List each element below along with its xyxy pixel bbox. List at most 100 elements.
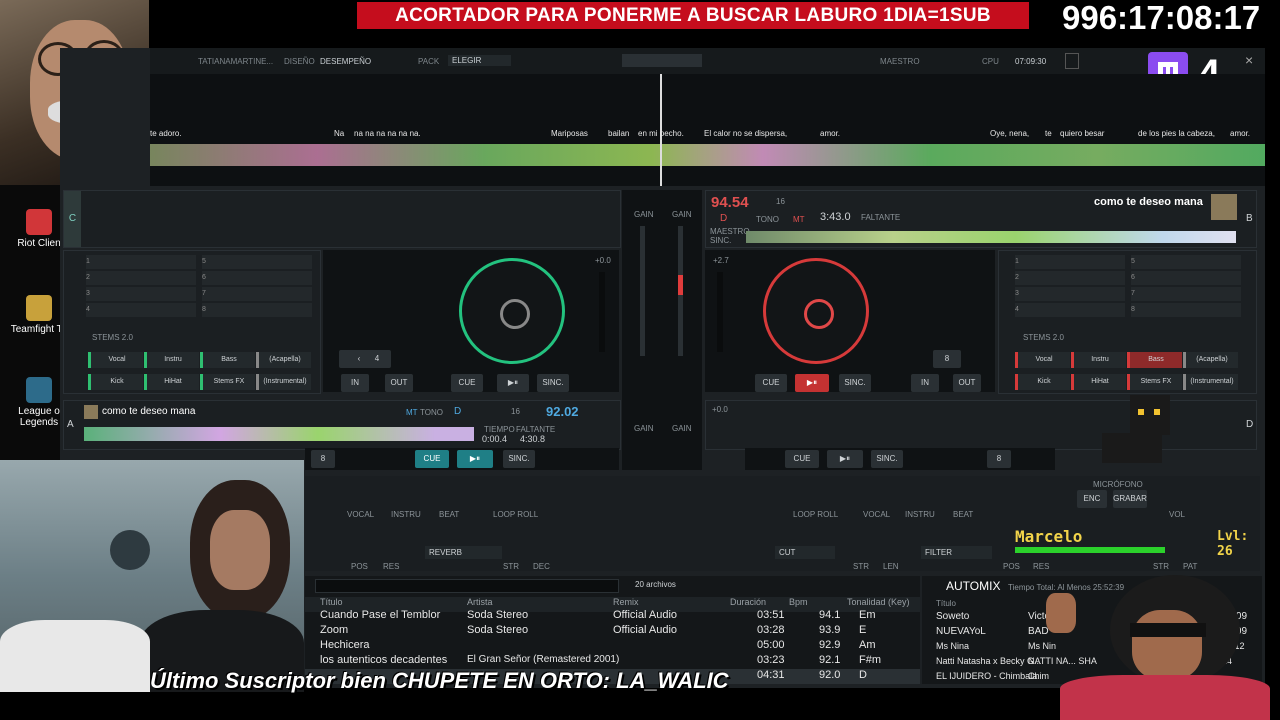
col-title[interactable]: Título <box>320 597 343 607</box>
deck-b-header[interactable]: 94.54 16 D TONO MT MAESTRO SINC. 3:43.0 … <box>705 190 1257 248</box>
col-bpm[interactable]: Bpm <box>789 597 808 607</box>
deck-b-cue-button[interactable]: CUE <box>755 374 787 392</box>
hotcue-7[interactable]: 7 <box>1131 287 1241 301</box>
deck-b-sync-button[interactable]: SINC. <box>839 374 871 392</box>
col-remix[interactable]: Remix <box>613 597 639 607</box>
deck-b-play-button[interactable]: ▶⏸ <box>795 374 829 392</box>
deck-a-mt[interactable]: MT <box>406 408 418 417</box>
pad-kick[interactable]: Kick <box>1015 374 1070 390</box>
deck-a-waveform[interactable] <box>84 427 474 441</box>
hotcue-1[interactable]: 1 <box>86 255 196 269</box>
table-row[interactable]: los autenticos decadentes El Gran Señor (… <box>305 654 920 669</box>
layout-toggle-icon[interactable] <box>622 54 702 67</box>
layout-select[interactable]: DESEMPEÑO <box>320 57 371 66</box>
deck-a-stems-select[interactable]: STEMS 2.0 <box>92 333 133 342</box>
deck-c[interactable]: C <box>63 190 621 248</box>
hotcue-2[interactable]: 2 <box>86 271 196 285</box>
pad-bass[interactable]: Bass <box>1127 352 1182 368</box>
pad-instru[interactable]: Instru <box>1071 352 1126 368</box>
close-icon[interactable]: × <box>1245 52 1253 68</box>
deck-b-waveform[interactable] <box>746 231 1236 243</box>
loop-out-button[interactable]: OUT <box>385 374 413 392</box>
deck-a-cue-button-2[interactable]: CUE <box>415 450 449 468</box>
deck-b-loop-out[interactable]: OUT <box>953 374 981 392</box>
deck-a-cue-button[interactable]: CUE <box>451 374 483 392</box>
pad-instru[interactable]: Instru <box>144 352 199 368</box>
deck-b-tono[interactable]: TONO <box>756 215 779 224</box>
mic-volume[interactable]: VOL <box>1169 510 1185 519</box>
col-duration[interactable]: Duración <box>730 597 766 607</box>
deck-a-pitch-slider[interactable] <box>599 272 605 352</box>
pad-instrumental[interactable]: (Instrumental) <box>1183 374 1238 390</box>
hotcue-1[interactable]: 1 <box>1015 255 1125 269</box>
res-label-right: RES <box>1033 562 1050 571</box>
search-input[interactable] <box>315 579 619 593</box>
pad-stems-fx[interactable]: Stems FX <box>200 374 255 390</box>
record-button[interactable]: GRABAR <box>1113 490 1147 508</box>
deck-a-header[interactable]: A como te deseo mana MT TONO D 16 92.02 … <box>63 400 621 450</box>
settings-icon[interactable] <box>1065 53 1079 69</box>
pad-kick[interactable]: Kick <box>88 374 143 390</box>
hotcue-5[interactable]: 5 <box>1131 255 1241 269</box>
hotcue-4[interactable]: 4 <box>1015 303 1125 317</box>
loop-length[interactable]: 4 <box>363 350 391 368</box>
pad-acapella[interactable]: (Acapella) <box>1183 352 1238 368</box>
pad-vocal[interactable]: Vocal <box>1015 352 1070 368</box>
knob-vocal-right[interactable]: VOCAL <box>863 510 890 519</box>
deck-a-play-button[interactable]: ▶⏸ <box>497 374 529 392</box>
knob-beat-left[interactable]: BEAT <box>439 510 459 519</box>
pad-vocal[interactable]: Vocal <box>88 352 143 368</box>
fx-left-select[interactable]: REVERB <box>425 546 502 559</box>
deck-b-loop-length[interactable]: 8 <box>933 350 961 368</box>
col-artist[interactable]: Artista <box>467 597 493 607</box>
pad-hihat[interactable]: HiHat <box>144 374 199 390</box>
hotcue-8[interactable]: 8 <box>202 303 312 317</box>
deck-b-stems-select[interactable]: STEMS 2.0 <box>1023 333 1064 342</box>
loop-in-button[interactable]: IN <box>341 374 369 392</box>
deck-a-loop-size[interactable]: 8 <box>311 450 335 468</box>
deck-b-mt[interactable]: MT <box>793 215 805 224</box>
fx-right2-select[interactable]: FILTER <box>921 546 992 559</box>
deck-b-master[interactable]: MAESTRO <box>710 227 750 236</box>
deck-d-play-button[interactable]: ▶⏸ <box>827 450 863 468</box>
pad-bass[interactable]: Bass <box>200 352 255 368</box>
hotcue-5[interactable]: 5 <box>202 255 312 269</box>
deck-b-jog-wheel[interactable] <box>763 258 869 364</box>
hotcue-6[interactable]: 6 <box>202 271 312 285</box>
deck-a-tono[interactable]: TONO <box>420 408 443 417</box>
table-row[interactable]: Zoom Soda Stereo Official Audio 03:28 93.9 E <box>305 624 920 639</box>
deck-b-loop-in[interactable]: IN <box>911 374 939 392</box>
pad-instrumental[interactable]: (Instrumental) <box>256 374 311 390</box>
col-key[interactable]: Tonalidad (Key) <box>847 597 910 607</box>
table-row[interactable]: Cuando Pase el Temblor Soda Stereo Officia… <box>305 609 920 624</box>
table-row[interactable]: Hechicera 05:00 92.9 Am <box>305 639 920 654</box>
knob-loop-roll-left[interactable]: LOOP ROLL <box>493 510 538 519</box>
pack-select[interactable]: ELEGIR <box>448 55 512 66</box>
fx-right-select[interactable]: CUT <box>775 546 836 559</box>
deck-b-pitch-slider[interactable] <box>717 272 723 352</box>
knob-instru-left[interactable]: INSTRU <box>391 510 421 519</box>
deck-d-cue-button[interactable]: CUE <box>785 450 819 468</box>
user-name[interactable]: TATIANAMARTINE... <box>198 57 273 66</box>
hotcue-3[interactable]: 3 <box>1015 287 1125 301</box>
deck-a-jog-wheel[interactable] <box>459 258 565 364</box>
mic-on-button[interactable]: ENC <box>1077 490 1107 508</box>
knob-beat-right[interactable]: BEAT <box>953 510 973 519</box>
knob-instru-right[interactable]: INSTRU <box>905 510 935 519</box>
deck-d-sync-button[interactable]: SINC. <box>871 450 903 468</box>
deck-d-loop-size[interactable]: 8 <box>987 450 1011 468</box>
hotcue-6[interactable]: 6 <box>1131 271 1241 285</box>
deck-a-sync-button-2[interactable]: SINC. <box>503 450 535 468</box>
hotcue-2[interactable]: 2 <box>1015 271 1125 285</box>
knob-loop-roll-right[interactable]: LOOP ROLL <box>793 510 838 519</box>
deck-a-play-button-2[interactable]: ▶⏸ <box>457 450 493 468</box>
hotcue-7[interactable]: 7 <box>202 287 312 301</box>
hotcue-3[interactable]: 3 <box>86 287 196 301</box>
channel-fader-left[interactable] <box>640 226 645 356</box>
deck-a-sync-button[interactable]: SINC. <box>537 374 569 392</box>
hotcue-8[interactable]: 8 <box>1131 303 1241 317</box>
hotcue-4[interactable]: 4 <box>86 303 196 317</box>
pad-acapella[interactable]: (Acapella) <box>256 352 311 368</box>
track-waveform-overview[interactable]: te adoro. Na na na na na na na. Mariposa… <box>150 74 1265 186</box>
knob-vocal-left[interactable]: VOCAL <box>347 510 374 519</box>
